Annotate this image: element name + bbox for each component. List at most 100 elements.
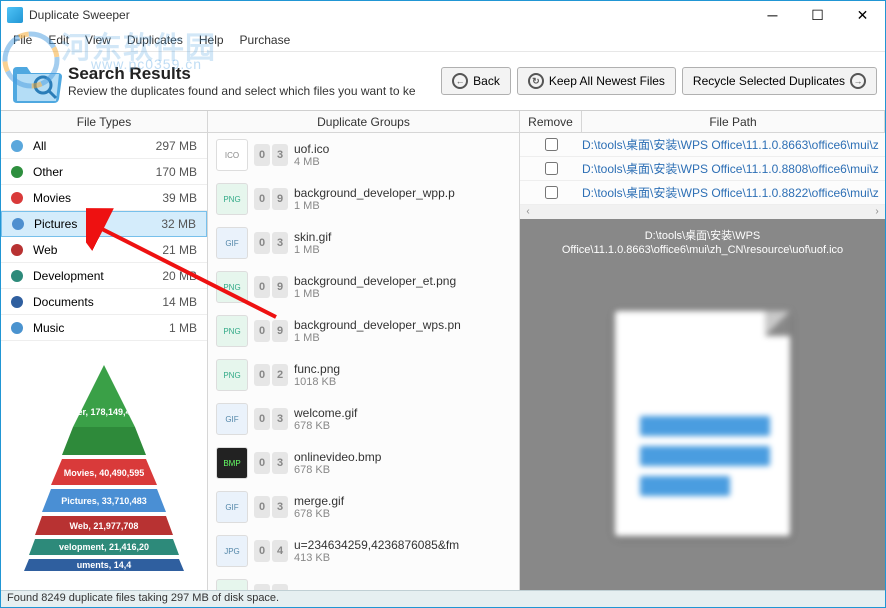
duplicate-group-item[interactable]: GIF03merge.gif678 KB — [208, 485, 519, 529]
file-type-list: All297 MBOther170 MBMovies39 MBPictures3… — [1, 133, 207, 341]
svg-text:uments, 14,4: uments, 14,4 — [77, 560, 132, 570]
header-band: Search Results Review the duplicates fou… — [1, 51, 885, 111]
group-filename: background_developer_wps.pn — [294, 318, 511, 332]
file-type-size: 170 MB — [156, 165, 197, 179]
close-button[interactable]: ✕ — [840, 1, 885, 29]
count-badge: 09 — [254, 320, 288, 342]
minimize-button[interactable]: ─ — [750, 1, 795, 29]
count-badge: 04 — [254, 540, 288, 562]
file-path-list: D:\tools\桌面\安装\WPS Office\11.1.0.8663\of… — [520, 133, 885, 205]
file-thumbnail-icon: GIF — [216, 227, 248, 259]
recycle-button[interactable]: Recycle Selected Duplicates→ — [682, 67, 877, 95]
color-dot-icon — [11, 270, 23, 282]
file-path-row[interactable]: D:\tools\桌面\安装\WPS Office\11.1.0.8663\of… — [520, 133, 885, 157]
file-type-label: Music — [33, 321, 169, 335]
col-file-path[interactable]: File Path — [582, 111, 885, 132]
file-type-label: Movies — [33, 191, 162, 205]
file-type-item[interactable]: Pictures32 MB — [1, 211, 207, 237]
count-badge: 03 — [254, 144, 288, 166]
title-bar: Duplicate Sweeper ─ ☐ ✕ — [1, 1, 885, 29]
preview-image — [528, 264, 877, 584]
svg-text:Web, 21,977,708: Web, 21,977,708 — [70, 521, 139, 531]
duplicate-group-item[interactable]: BMP03onlinevideo.bmp678 KB — [208, 441, 519, 485]
back-button[interactable]: ←Back — [441, 67, 511, 95]
col-remove[interactable]: Remove — [520, 111, 582, 132]
file-thumbnail-icon: PNG — [216, 315, 248, 347]
duplicate-groups-list[interactable]: ICO03uof.ico4 MBPNG09background_develope… — [208, 133, 520, 592]
file-thumbnail-icon: GIF — [216, 403, 248, 435]
svg-text:er, 178,149,4: er, 178,149,4 — [77, 407, 130, 417]
file-type-label: Other — [33, 165, 156, 179]
group-size: 4 MB — [294, 156, 511, 168]
forward-arrow-icon: → — [850, 73, 866, 89]
menu-duplicates[interactable]: Duplicates — [119, 31, 191, 49]
duplicate-group-item[interactable]: ICO 03 uof.ico4 MB — [208, 133, 519, 177]
file-thumbnail-icon: PNG — [216, 271, 248, 303]
file-type-size: 1 MB — [169, 321, 197, 335]
color-dot-icon — [11, 244, 23, 256]
menu-edit[interactable]: Edit — [40, 31, 77, 49]
duplicate-group-item[interactable]: PNG09background_developer_wps.pn1 MB — [208, 309, 519, 353]
group-filename: func.png — [294, 362, 511, 376]
maximize-button[interactable]: ☐ — [795, 1, 840, 29]
duplicate-group-item[interactable]: PNG 09 background_developer_et.png1 MB — [208, 265, 519, 309]
group-filename: background_developer_wpp.p — [294, 186, 511, 200]
file-type-item[interactable]: Movies39 MB — [1, 185, 207, 211]
back-arrow-icon: ← — [452, 73, 468, 89]
right-pane: D:\tools\桌面\安装\WPS Office\11.1.0.8663\of… — [520, 133, 885, 592]
file-type-item[interactable]: Development20 MB — [1, 263, 207, 289]
count-badge: 03 — [254, 496, 288, 518]
group-filename: background_developer_et.png — [294, 274, 511, 288]
file-type-size: 39 MB — [162, 191, 197, 205]
sidebar: All297 MBOther170 MBMovies39 MBPictures3… — [1, 133, 208, 592]
file-type-size: 20 MB — [162, 269, 197, 283]
keep-newest-button[interactable]: ↻Keep All Newest Files — [517, 67, 676, 95]
file-type-item[interactable]: All297 MB — [1, 133, 207, 159]
menu-file[interactable]: File — [5, 31, 40, 49]
refresh-icon: ↻ — [528, 73, 544, 89]
color-dot-icon — [11, 192, 23, 204]
window-title: Duplicate Sweeper — [29, 8, 750, 22]
remove-checkbox[interactable] — [545, 162, 558, 175]
file-thumbnail-icon: PNG — [216, 359, 248, 391]
scroll-left-icon[interactable]: ‹ — [522, 206, 534, 218]
group-filename: merge.gif — [294, 494, 511, 508]
menu-purchase[interactable]: Purchase — [232, 31, 299, 49]
file-type-item[interactable]: Music1 MB — [1, 315, 207, 341]
status-bar: Found 8249 duplicate files taking 297 MB… — [1, 590, 885, 607]
menu-help[interactable]: Help — [191, 31, 232, 49]
remove-checkbox[interactable] — [545, 186, 558, 199]
file-path-row[interactable]: D:\tools\桌面\安装\WPS Office\11.1.0.8822\of… — [520, 181, 885, 205]
group-size: 1 MB — [294, 288, 511, 300]
menu-view[interactable]: View — [77, 31, 119, 49]
col-duplicate-groups[interactable]: Duplicate Groups — [208, 111, 520, 132]
color-dot-icon — [12, 218, 24, 230]
count-badge: 09 — [254, 276, 288, 298]
file-thumbnail-icon: ICO — [216, 139, 248, 171]
group-size: 1 MB — [294, 200, 511, 212]
file-type-item[interactable]: Web21 MB — [1, 237, 207, 263]
duplicate-group-item[interactable]: GIF03skin.gif1 MB — [208, 221, 519, 265]
page-subtitle: Review the duplicates found and select w… — [68, 84, 441, 98]
file-path-row[interactable]: D:\tools\桌面\安装\WPS Office\11.1.0.8808\of… — [520, 157, 885, 181]
duplicate-group-item[interactable]: JPG04u=234634259,4236876085&fm413 KB — [208, 529, 519, 573]
remove-checkbox[interactable] — [545, 138, 558, 151]
duplicate-group-item[interactable]: GIF03welcome.gif678 KB — [208, 397, 519, 441]
file-type-label: All — [33, 139, 156, 153]
group-size: 678 KB — [294, 464, 511, 476]
file-type-label: Documents — [33, 295, 162, 309]
horizontal-scrollbar[interactable]: ‹ › — [520, 205, 885, 219]
duplicate-group-item[interactable]: PNG02func.png1018 KB — [208, 353, 519, 397]
group-size: 413 KB — [294, 552, 511, 564]
file-thumbnail-icon: GIF — [216, 491, 248, 523]
file-type-item[interactable]: Documents14 MB — [1, 289, 207, 315]
color-dot-icon — [11, 296, 23, 308]
svg-text:Pictures, 33,710,483: Pictures, 33,710,483 — [61, 496, 147, 506]
pyramid-chart: er, 178,149,4 Movies, 40,490,595 Picture… — [1, 341, 207, 592]
file-path-text: D:\tools\桌面\安装\WPS Office\11.1.0.8808\of… — [582, 160, 885, 177]
duplicate-group-item[interactable]: PNG09background_developer_wpp.p1 MB — [208, 177, 519, 221]
col-file-types[interactable]: File Types — [1, 111, 208, 132]
file-type-item[interactable]: Other170 MB — [1, 159, 207, 185]
scroll-right-icon[interactable]: › — [871, 206, 883, 218]
group-filename: uof.ico — [294, 142, 511, 156]
